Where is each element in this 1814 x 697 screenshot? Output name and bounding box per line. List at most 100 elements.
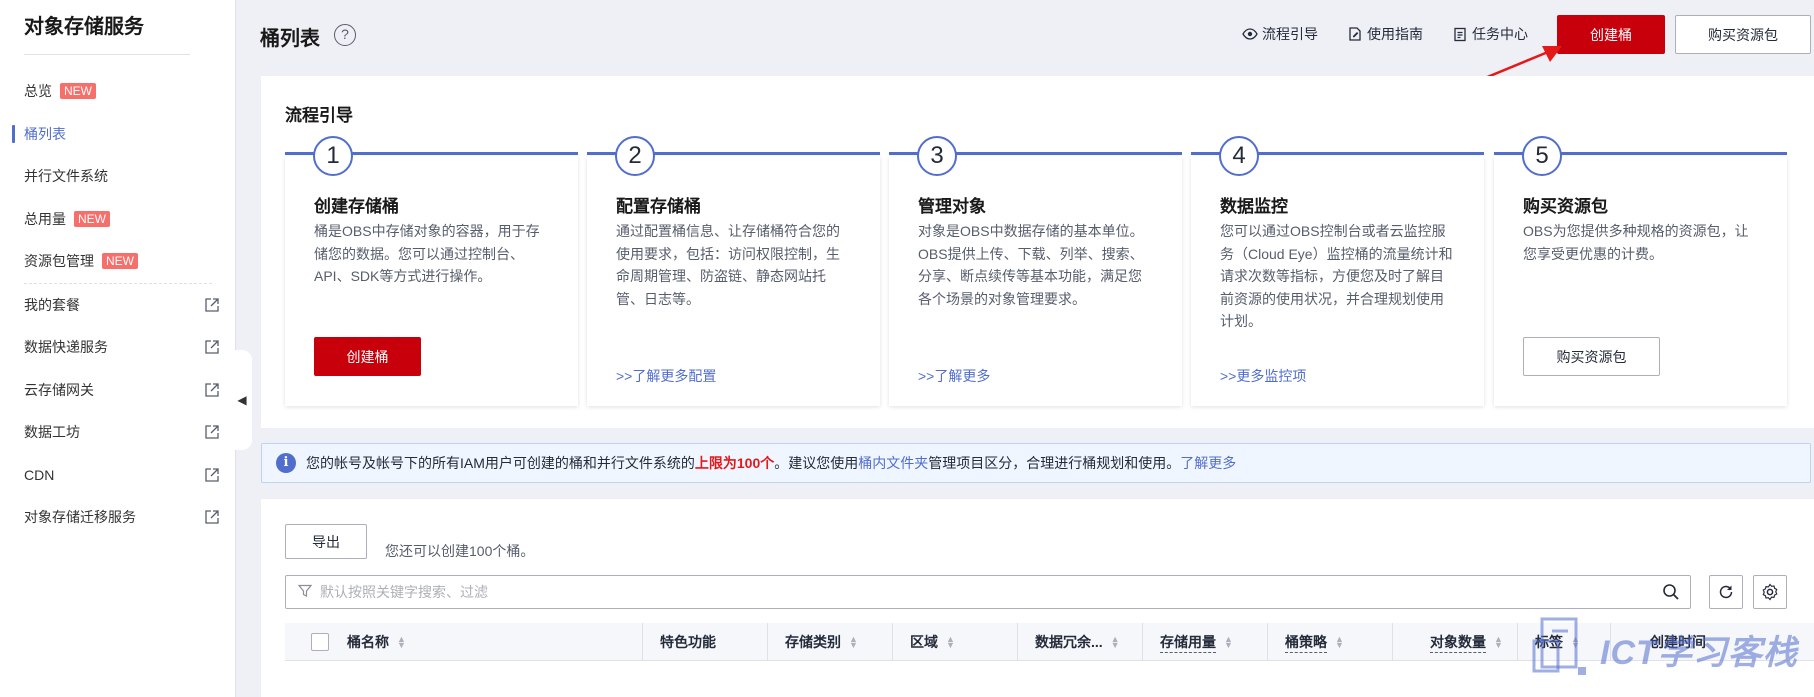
sidebar-item-migration[interactable]: 对象存储迁移服务: [0, 496, 236, 539]
new-badge: NEW: [60, 83, 96, 100]
column-features: 特色功能: [660, 634, 716, 650]
sort-icon: ▲ ▼: [849, 634, 858, 650]
sidebar-item-label: 对象存储迁移服务: [24, 509, 136, 526]
watermark-logo-icon: [1532, 617, 1586, 675]
column-object-count[interactable]: 对象数量 ▲ ▼: [1430, 623, 1503, 661]
sidebar-item-data-workshop[interactable]: 数据工坊: [0, 411, 236, 454]
column-bucket-policy[interactable]: 桶策略 ▲ ▼: [1285, 623, 1344, 661]
sidebar-item-label: 资源包管理: [24, 253, 94, 270]
sort-icon: ▲ ▼: [1110, 634, 1120, 650]
more-monitoring-link[interactable]: >>更多监控项: [1220, 366, 1306, 386]
info-text: 您的帐号及帐号下的所有IAM用户可创建的桶和并行文件系统的: [306, 455, 695, 471]
sidebar-item-parallel-fs[interactable]: 并行文件系统: [0, 155, 236, 198]
info-text: 。建议您使用: [774, 455, 859, 471]
process-guide-link[interactable]: 流程引导: [1242, 24, 1318, 44]
sidebar-item-data-express[interactable]: 数据快递服务: [0, 326, 236, 369]
new-badge: NEW: [102, 253, 138, 270]
sidebar-item-label: CDN: [24, 466, 55, 483]
sidebar-title: 对象存储服务: [24, 16, 144, 38]
sidebar-item-label: 并行文件系统: [24, 168, 108, 185]
filter-icon: [297, 584, 313, 601]
sort-icon: ▲ ▼: [1224, 634, 1233, 650]
guide-step-create: 1 创建存储桶 桶是OBS中存储对象的容器，用于存储您的数据。您可以通过控制台、…: [285, 136, 578, 406]
new-badge: NEW: [74, 210, 110, 227]
step-description: 您可以通过OBS控制台或者云监控服务（Cloud Eye）监控桶的流量统计和请求…: [1220, 223, 1453, 329]
learn-more-link[interactable]: >>了解更多: [918, 366, 990, 386]
sidebar-collapse-handle[interactable]: ◀: [232, 350, 252, 450]
sort-icon: ▲ ▼: [1494, 634, 1503, 650]
sidebar-item-bucket-list[interactable]: 桶列表: [0, 113, 236, 156]
column-redundancy[interactable]: 数据冗余... ▲ ▼: [1035, 623, 1120, 661]
bucket-folder-link[interactable]: 桶内文件夹: [858, 453, 928, 473]
sidebar: 对象存储服务 总览 NEW 桶列表 并行文件系统 总用量 NEW 资源包管理 N…: [0, 0, 236, 697]
step-number: 5: [1522, 136, 1562, 176]
sidebar-item-label: 数据工坊: [24, 424, 80, 441]
step-title: 创建存储桶: [314, 197, 399, 216]
guide-step-configure: 2 配置存储桶 通过配置桶信息、让存储桶符合您的使用要求，包括：访问权限控制，生…: [587, 136, 880, 406]
info-text: 管理项目区分，合理进行桶规划和使用。: [928, 455, 1181, 471]
search-icon[interactable]: [1662, 583, 1680, 601]
column-separator: [1017, 623, 1018, 661]
search-input[interactable]: 默认按照关键字搜索、过滤: [285, 575, 1691, 609]
sidebar-item-package-mgmt[interactable]: 资源包管理 NEW: [0, 240, 236, 283]
search-placeholder: 默认按照关键字搜索、过滤: [320, 584, 488, 600]
buy-package-button[interactable]: 购买资源包: [1675, 15, 1811, 54]
external-link-icon: [205, 382, 219, 397]
external-link-icon: [205, 340, 219, 354]
column-separator: [767, 623, 768, 661]
sidebar-divider: [24, 54, 190, 55]
learn-more-link[interactable]: 了解更多: [1180, 453, 1236, 473]
sort-icon: ▲ ▼: [397, 634, 406, 650]
guide-step-monitoring: 4 数据监控 您可以通过OBS控制台或者云监控服务（Cloud Eye）监控桶的…: [1191, 136, 1484, 406]
help-icon[interactable]: ?: [334, 24, 356, 46]
settings-button[interactable]: [1753, 575, 1787, 609]
select-all-checkbox[interactable]: [311, 633, 329, 651]
watermark-text: ICT学习客栈: [1600, 634, 1798, 672]
step-create-bucket-button[interactable]: 创建桶: [314, 337, 421, 376]
sidebar-item-label: 桶列表: [24, 125, 66, 142]
step-buy-package-button[interactable]: 购买资源包: [1523, 337, 1660, 376]
column-storage-class[interactable]: 存储类别 ▲ ▼: [785, 623, 858, 661]
export-button[interactable]: 导出: [285, 524, 367, 559]
sidebar-item-label: 数据快递服务: [24, 339, 108, 356]
sidebar-item-label: 我的套餐: [24, 296, 80, 313]
learn-more-config-link[interactable]: >>了解更多配置: [616, 366, 716, 386]
process-guide-label: 流程引导: [1262, 26, 1318, 42]
column-bucket-name[interactable]: 桶名称 ▲ ▼: [347, 623, 406, 661]
sort-icon: ▲ ▼: [1335, 634, 1344, 650]
external-link-icon: [205, 467, 219, 482]
sidebar-item-cdn[interactable]: CDN: [0, 454, 236, 497]
external-link-icon: [205, 425, 219, 439]
remaining-quota-text: 您还可以创建100个桶。: [385, 543, 535, 559]
sidebar-item-storage-gateway[interactable]: 云存储网关: [0, 369, 236, 412]
refresh-button[interactable]: [1709, 575, 1743, 609]
column-region[interactable]: 区域 ▲ ▼: [910, 623, 955, 661]
caret-left-icon: ◀: [237, 393, 247, 407]
column-separator: [1517, 623, 1518, 661]
column-separator: [892, 623, 893, 661]
sidebar-item-label: 云存储网关: [24, 381, 94, 398]
step-number: 1: [313, 136, 353, 176]
refresh-icon: [1719, 585, 1733, 599]
step-title: 管理对象: [918, 197, 986, 216]
create-bucket-button[interactable]: 创建桶: [1557, 15, 1665, 54]
quota-info-bar: i 您的帐号及帐号下的所有IAM用户可创建的桶和并行文件系统的 上限为100个 …: [261, 443, 1811, 483]
info-limit: 上限为100个: [694, 455, 775, 471]
step-number: 2: [615, 136, 655, 176]
watermark: ICT学习客栈: [1532, 605, 1814, 697]
sidebar-item-overview[interactable]: 总览 NEW: [0, 70, 236, 113]
gear-icon: [1762, 583, 1778, 601]
external-link-icon: [205, 510, 219, 524]
sidebar-item-total-usage[interactable]: 总用量 NEW: [0, 198, 236, 241]
column-storage-usage[interactable]: 存储用量 ▲ ▼: [1160, 623, 1233, 661]
step-description: 对象是OBS中数据存储的基本单位。OBS提供上传、下载、列举、搜索、分享、断点续…: [918, 223, 1144, 307]
step-description: OBS为您提供多种规格的资源包，让您享受更优惠的计费。: [1523, 223, 1749, 262]
sidebar-item-my-plan[interactable]: 我的套餐: [0, 284, 236, 327]
guide-step-buy-package: 5 购买资源包 OBS为您提供多种规格的资源包，让您享受更优惠的计费。 购买资源…: [1494, 136, 1787, 406]
guide-title: 流程引导: [285, 106, 353, 125]
step-title: 数据监控: [1220, 197, 1288, 216]
sort-icon: ▲ ▼: [946, 634, 955, 650]
step-description: 桶是OBS中存储对象的容器，用于存储您的数据。您可以通过控制台、API、SDK等…: [314, 223, 540, 284]
info-icon: i: [276, 453, 296, 473]
step-number: 3: [917, 136, 957, 176]
